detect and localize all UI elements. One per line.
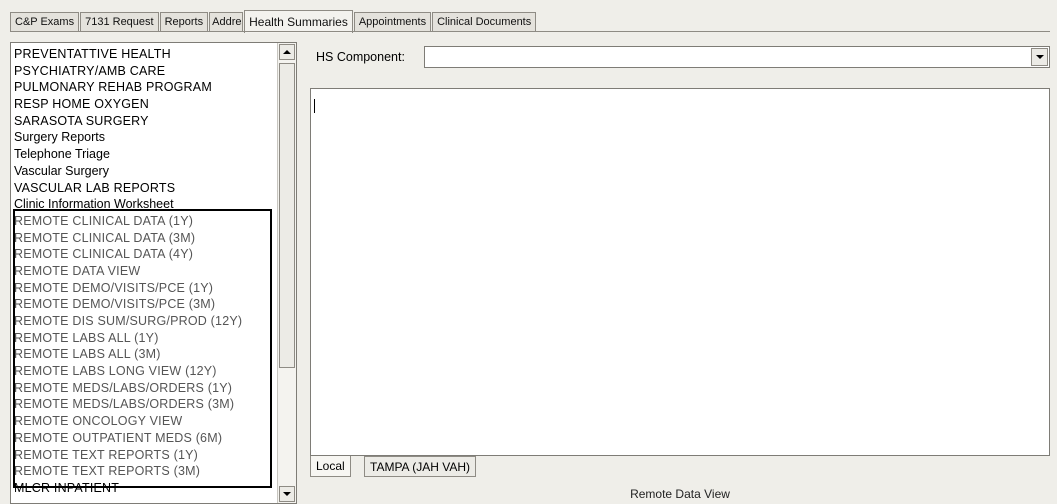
- dropdown-arrow-icon: [1035, 55, 1044, 59]
- hs-component-select[interactable]: [424, 46, 1050, 68]
- tab-tampa[interactable]: TAMPA (JAH VAH): [364, 456, 477, 477]
- list-item[interactable]: MLCR INPATIENT: [14, 480, 276, 497]
- tab-appointments[interactable]: Appointments: [353, 12, 432, 32]
- list-items: PREVENTATTIVE HEALTH PSYCHIATRY/AMB CARE…: [14, 46, 276, 497]
- status-text: Remote Data View: [630, 487, 730, 501]
- tab-clinical-documents[interactable]: Clinical Documents: [432, 12, 537, 32]
- list-item[interactable]: Clinic Information Worksheet: [14, 196, 276, 213]
- health-summary-list[interactable]: PREVENTATTIVE HEALTH PSYCHIATRY/AMB CARE…: [10, 42, 297, 504]
- list-item[interactable]: REMOTE CLINICAL DATA (3M): [14, 230, 276, 247]
- list-item[interactable]: REMOTE MEDS/LABS/ORDERS (3M): [14, 396, 276, 413]
- list-item[interactable]: REMOTE CLINICAL DATA (1Y): [14, 213, 276, 230]
- list-item[interactable]: Surgery Reports: [14, 129, 276, 146]
- list-item[interactable]: RESP HOME OXYGEN: [14, 96, 276, 113]
- tab-7131-request[interactable]: 7131 Request: [80, 12, 159, 32]
- list-item[interactable]: REMOTE OUTPATIENT MEDS (6M): [14, 430, 276, 447]
- list-item[interactable]: REMOTE DIS SUM/SURG/PROD (12Y): [14, 313, 276, 330]
- scroll-down-button[interactable]: [279, 486, 295, 502]
- list-item[interactable]: REMOTE DEMO/VISITS/PCE (1Y): [14, 280, 276, 297]
- list-item[interactable]: REMOTE TEXT REPORTS (3M): [14, 463, 276, 480]
- scroll-up-icon: [283, 50, 291, 54]
- list-item[interactable]: VASCULAR LAB REPORTS: [14, 180, 276, 197]
- tab-local[interactable]: Local: [310, 456, 351, 477]
- list-item[interactable]: REMOTE CLINICAL DATA (4Y): [14, 246, 276, 263]
- scroll-down-icon: [283, 492, 291, 496]
- list-item[interactable]: REMOTE ONCOLOGY VIEW: [14, 413, 276, 430]
- list-item[interactable]: PULMONARY REHAB PROGRAM: [14, 79, 276, 96]
- hs-component-label: HS Component:: [316, 50, 405, 64]
- list-item[interactable]: PSYCHIATRY/AMB CARE: [14, 63, 276, 80]
- list-item[interactable]: PREVENTATTIVE HEALTH: [14, 46, 276, 63]
- top-tab-bar: C&P Exams 7131 Request Reports Address H…: [10, 8, 537, 33]
- tab-cp-exams[interactable]: C&P Exams: [10, 12, 80, 32]
- list-item[interactable]: REMOTE DEMO/VISITS/PCE (3M): [14, 296, 276, 313]
- list-item[interactable]: REMOTE LABS ALL (3M): [14, 346, 276, 363]
- list-item[interactable]: SARASOTA SURGERY: [14, 113, 276, 130]
- list-item[interactable]: Vascular Surgery: [14, 163, 276, 180]
- hs-component-dropdown-button[interactable]: [1031, 48, 1048, 66]
- tab-divider: [10, 31, 1050, 32]
- list-item[interactable]: REMOTE LABS ALL (1Y): [14, 330, 276, 347]
- list-item[interactable]: REMOTE LABS LONG VIEW (12Y): [14, 363, 276, 380]
- tab-address[interactable]: Address: [209, 12, 244, 32]
- list-item[interactable]: REMOTE DATA VIEW: [14, 263, 276, 280]
- report-text-area[interactable]: [310, 88, 1050, 456]
- tab-reports[interactable]: Reports: [159, 12, 209, 32]
- tab-health-summaries[interactable]: Health Summaries: [244, 10, 353, 33]
- list-item[interactable]: Telephone Triage: [14, 146, 276, 163]
- list-item[interactable]: REMOTE MEDS/LABS/ORDERS (1Y): [14, 380, 276, 397]
- scrollbar-thumb[interactable]: [279, 63, 295, 368]
- scroll-up-button[interactable]: [279, 44, 295, 60]
- list-scrollbar[interactable]: [277, 43, 296, 503]
- list-item[interactable]: REMOTE TEXT REPORTS (1Y): [14, 447, 276, 464]
- text-caret: [314, 99, 315, 113]
